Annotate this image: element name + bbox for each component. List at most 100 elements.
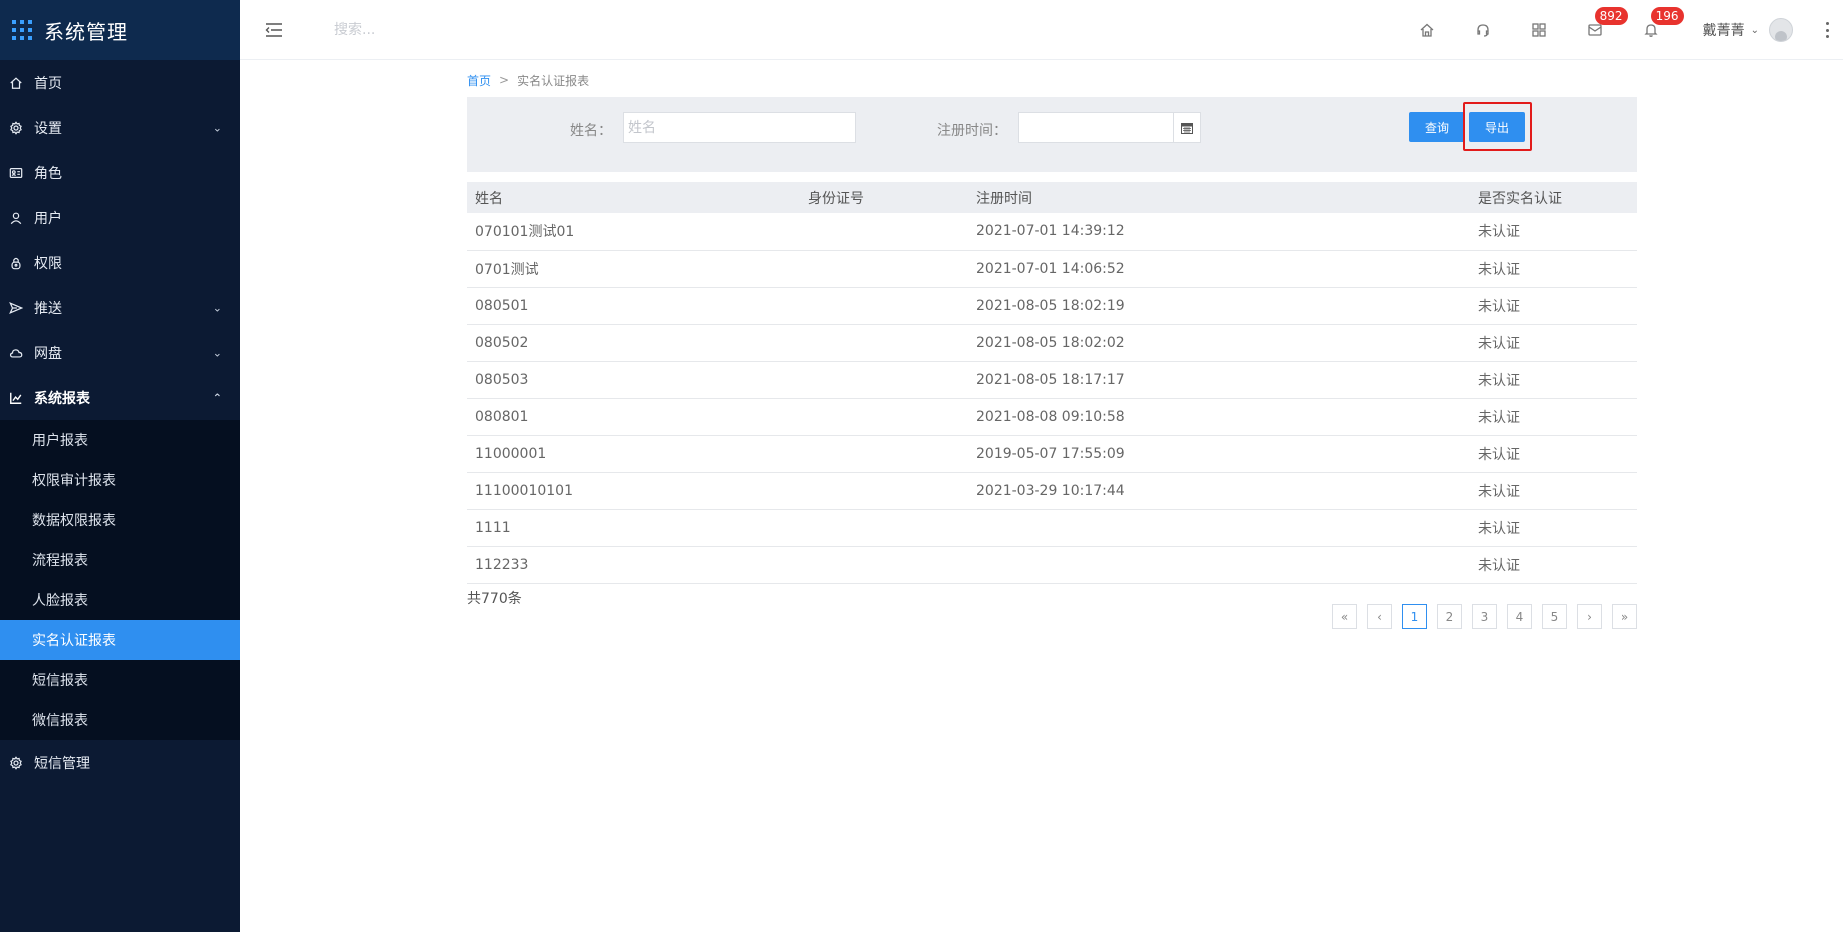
table-row[interactable]: 080503 2021-08-05 18:17:17 未认证 — [467, 361, 1637, 398]
sidebar-item-system-reports[interactable]: 系统报表 ⌃ — [0, 375, 240, 420]
table-body: 070101测试01 2021-07-01 14:39:12 未认证 0701测试 20… — [467, 213, 1637, 583]
user-menu[interactable]: 戴菁菁 ⌄ — [1703, 18, 1793, 42]
table-row[interactable]: 080502 2021-08-05 18:02:02 未认证 — [467, 324, 1637, 361]
cell-registration-time — [968, 509, 1470, 546]
cell-verified-status: 未认证 — [1478, 372, 1520, 389]
apps-icon[interactable] — [1511, 0, 1567, 60]
sidebar-item-label: 网盘 — [34, 345, 62, 362]
avatar — [1769, 18, 1793, 42]
pagination-page-1[interactable]: 1 — [1402, 604, 1427, 629]
pagination-next[interactable]: › — [1577, 604, 1602, 629]
cell-verified-status: 未认证 — [1478, 335, 1520, 352]
search-input[interactable] — [334, 15, 554, 44]
pagination-page-2[interactable]: 2 — [1437, 604, 1462, 629]
filter-panel: 姓名： 注册时间： 查询 导出 — [467, 97, 1637, 172]
submenu-item-sms-report[interactable]: 短信报表 — [0, 660, 240, 700]
headset-icon[interactable] — [1455, 0, 1511, 60]
cell-name: 080801 — [475, 408, 529, 425]
brand-title: 系统管理 — [44, 19, 128, 44]
table-row[interactable]: 070101测试01 2021-07-01 14:39:12 未认证 — [467, 213, 1637, 250]
sidebar-item-home[interactable]: 首页 — [0, 60, 240, 105]
submenu-item-face-report[interactable]: 人脸报表 — [0, 580, 240, 620]
sidebar-item-label: 系统报表 — [34, 390, 90, 407]
pagination-page-4[interactable]: 4 — [1507, 604, 1532, 629]
cell-registration-time: 2021-07-01 14:06:52 — [976, 260, 1125, 277]
chevron-down-icon: ⌄ — [212, 301, 222, 314]
pagination-page-5[interactable]: 5 — [1542, 604, 1567, 629]
cell-name: 1111 — [475, 519, 511, 536]
column-header-verified[interactable]: 是否实名认证 — [1470, 182, 1637, 213]
toolbar-icons: 892 196 戴菁菁 ⌄ — [1399, 0, 1843, 60]
user-name: 戴菁菁 — [1702, 23, 1745, 39]
table-row[interactable]: 11000001 2019-05-07 17:55:09 未认证 — [467, 435, 1637, 472]
submenu-item-wechat-report[interactable]: 微信报表 — [0, 700, 240, 740]
cell-name: 070101测试01 — [475, 224, 575, 241]
name-label: 姓名： — [570, 123, 612, 139]
home-icon[interactable] — [1399, 0, 1455, 60]
sidebar-item-users[interactable]: 用户 — [0, 195, 240, 240]
collapse-menu-icon[interactable] — [264, 22, 284, 38]
more-vertical-icon[interactable] — [1821, 22, 1833, 38]
export-button[interactable]: 导出 — [1469, 112, 1525, 142]
column-header-registration-time[interactable]: 注册时间 — [968, 182, 1470, 213]
registration-time-input[interactable] — [1018, 112, 1174, 143]
pagination-page-3[interactable]: 3 — [1472, 604, 1497, 629]
user-icon — [8, 210, 24, 226]
chevron-down-icon: ⌄ — [1750, 24, 1759, 36]
sidebar-item-permissions[interactable]: 权限 — [0, 240, 240, 285]
submenu-item-process-report[interactable]: 流程报表 — [0, 540, 240, 580]
sidebar-item-push[interactable]: 推送 ⌄ — [0, 285, 240, 330]
sidebar: 系统管理 首页 设置 ⌄ 角色 用户 权限 推送 ⌄ 网盘 ⌄ 系统报表 ⌃ 用… — [0, 0, 240, 932]
table-row[interactable]: 1111 未认证 — [467, 509, 1637, 546]
sidebar-item-label: 用户 — [34, 210, 62, 227]
pagination-first[interactable]: « — [1332, 604, 1357, 629]
column-header-id-number[interactable]: 身份证号 — [800, 182, 968, 213]
query-button[interactable]: 查询 — [1409, 112, 1465, 142]
submenu-item-permission-audit-report[interactable]: 权限审计报表 — [0, 460, 240, 500]
settings-icon — [8, 120, 24, 136]
real-name-report-table: 姓名 身份证号 注册时间 是否实名认证 070101测试01 2021-07-01… — [467, 182, 1637, 584]
calendar-icon[interactable] — [1173, 112, 1201, 143]
sidebar-item-roles[interactable]: 角色 — [0, 150, 240, 195]
breadcrumb-home-link[interactable]: 首页 — [467, 72, 491, 89]
table-row[interactable]: 0701测试 2021-07-01 14:06:52 未认证 — [467, 250, 1637, 287]
chevron-down-icon: ⌄ — [212, 346, 222, 359]
name-input[interactable] — [623, 112, 856, 143]
table-row[interactable]: 11100010101 2021-03-29 10:17:44 未认证 — [467, 472, 1637, 509]
settings-icon — [8, 755, 24, 771]
sidebar-item-label: 角色 — [34, 165, 62, 182]
column-header-name[interactable]: 姓名 — [467, 182, 800, 213]
pagination-last[interactable]: » — [1612, 604, 1637, 629]
cell-id-number — [800, 361, 968, 398]
brand: 系统管理 — [0, 0, 240, 60]
sidebar-menu: 首页 设置 ⌄ 角色 用户 权限 推送 ⌄ 网盘 ⌄ 系统报表 ⌃ — [0, 60, 240, 420]
send-icon — [8, 300, 24, 316]
cell-verified-status: 未认证 — [1478, 557, 1520, 574]
cell-verified-status: 未认证 — [1478, 224, 1520, 241]
table-row[interactable]: 080501 2021-08-05 18:02:19 未认证 — [467, 287, 1637, 324]
cell-registration-time: 2019-05-07 17:55:09 — [976, 445, 1125, 462]
submenu-item-data-permission-report[interactable]: 数据权限报表 — [0, 500, 240, 540]
registration-time-label: 注册时间： — [937, 123, 1007, 139]
table-row[interactable]: 112233 未认证 — [467, 546, 1637, 583]
cell-name: 11000001 — [475, 445, 547, 462]
submenu-item-real-name-report[interactable]: 实名认证报表 — [0, 620, 240, 660]
submenu-item-user-report[interactable]: 用户报表 — [0, 420, 240, 460]
messages-icon[interactable]: 892 — [1567, 0, 1628, 60]
home-icon — [8, 75, 24, 91]
sidebar-item-sms-management[interactable]: 短信管理 — [0, 740, 240, 785]
sidebar-item-settings[interactable]: 设置 ⌄ — [0, 105, 240, 150]
sidebar-item-label: 权限 — [34, 255, 62, 272]
bell-icon[interactable]: 196 — [1623, 0, 1684, 60]
table-row[interactable]: 080801 2021-08-08 09:10:58 未认证 — [467, 398, 1637, 435]
cell-name: 112233 — [475, 556, 529, 573]
sidebar-item-cloud-disk[interactable]: 网盘 ⌄ — [0, 330, 240, 375]
top-bar: 892 196 戴菁菁 ⌄ — [240, 0, 1843, 60]
cell-verified-status: 未认证 — [1478, 261, 1520, 278]
breadcrumb-separator: > — [499, 73, 510, 87]
cell-id-number — [800, 250, 968, 287]
cell-id-number — [800, 398, 968, 435]
pagination-prev[interactable]: ‹ — [1367, 604, 1392, 629]
cell-id-number — [800, 213, 968, 250]
cell-registration-time: 2021-08-05 18:17:17 — [976, 371, 1125, 388]
